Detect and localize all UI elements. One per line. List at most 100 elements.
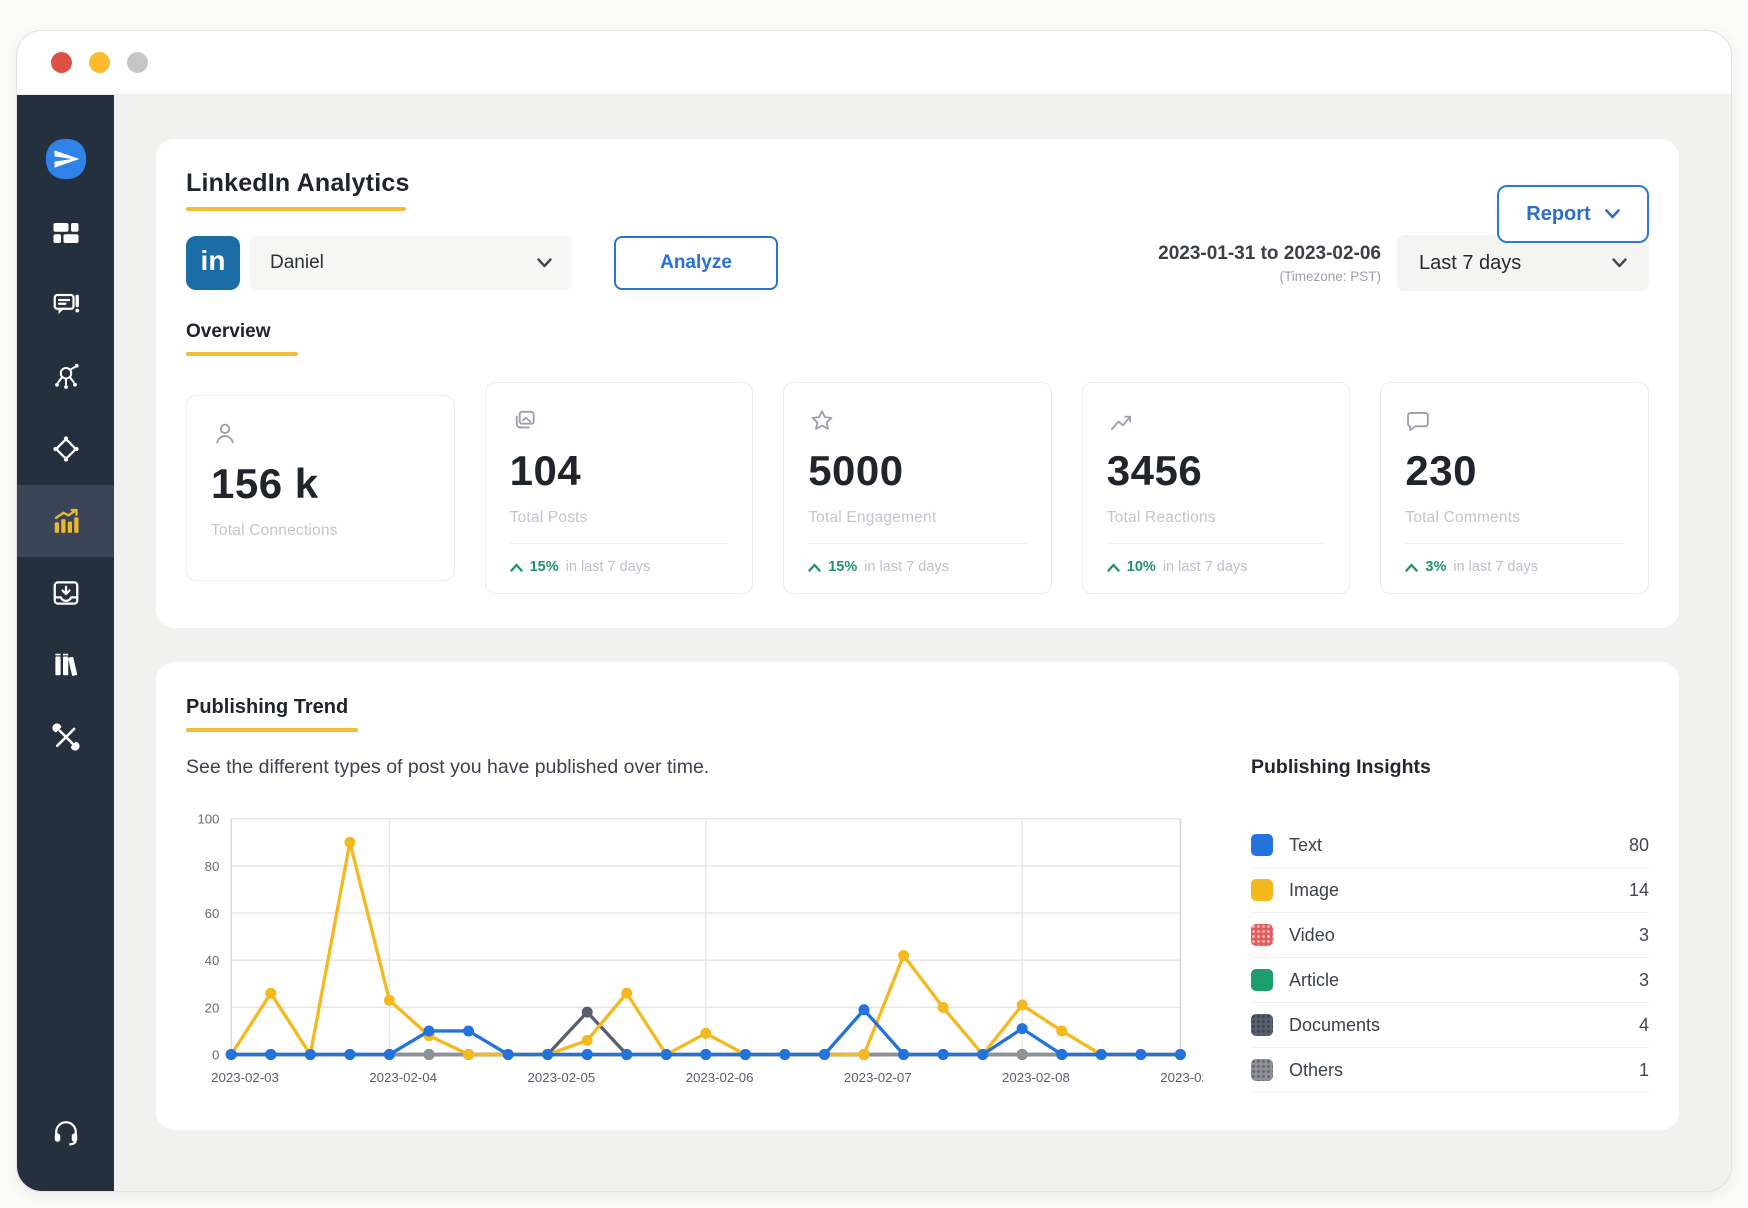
headset-icon — [51, 1117, 81, 1147]
stat-divider — [510, 543, 729, 544]
sidebar-item-dashboard[interactable] — [17, 197, 114, 269]
sidebar-item-posts[interactable] — [17, 269, 114, 341]
legend-swatch — [1251, 879, 1273, 901]
legend-value: 4 — [1639, 1015, 1649, 1036]
publishing-trend-card: Publishing Trend See the different types… — [156, 662, 1679, 1130]
inbox-icon — [51, 578, 81, 608]
publishing-trend-underline — [186, 728, 358, 732]
legend-swatch — [1251, 1014, 1273, 1036]
stat-label: Total Engagement — [808, 509, 1027, 527]
svg-text:0: 0 — [212, 1047, 219, 1062]
legend-row: Text80 — [1251, 823, 1649, 868]
legend-swatch — [1251, 1059, 1273, 1081]
stat-divider — [808, 543, 1027, 544]
trend-percent: 10% — [1127, 559, 1156, 575]
chevron-down-icon — [1605, 209, 1620, 219]
posts-icon — [51, 290, 81, 320]
stat-card: 104 Total Posts 15% in last 7 days — [485, 382, 754, 594]
account-select[interactable]: Daniel — [250, 236, 572, 290]
legend-value: 80 — [1629, 835, 1649, 856]
publishing-insights-panel: Publishing Insights Text80Image14 Video 3A… — [1251, 756, 1649, 1100]
stat-value: 3456 — [1107, 447, 1326, 495]
svg-text:2023-02-05: 2023-02-05 — [527, 1070, 595, 1085]
sidebar-item-share[interactable] — [17, 413, 114, 485]
overview-section-title: Overview — [186, 321, 1649, 343]
publishing-trend-title: Publishing Trend — [186, 696, 1649, 719]
trend-suffix: in last 7 days — [566, 559, 651, 575]
maximize-window-button[interactable] — [127, 52, 148, 73]
trend-suffix: in last 7 days — [1453, 559, 1538, 575]
sidebar — [17, 95, 114, 1192]
sidebar-item-network[interactable] — [17, 341, 114, 413]
tools-icon — [51, 722, 81, 752]
svg-text:40: 40 — [205, 953, 220, 968]
main-content: LinkedIn Analytics Report in Daniel — [114, 95, 1731, 1192]
svg-text:2023-02-08: 2023-02-08 — [1002, 1070, 1070, 1085]
chevron-down-icon — [1612, 258, 1627, 268]
overview-underline — [186, 352, 298, 356]
line-chart-icon — [1107, 407, 1326, 435]
analytics-overview-card: LinkedIn Analytics Report in Daniel — [156, 139, 1679, 628]
stat-trend: 3% in last 7 days — [1405, 559, 1624, 575]
library-icon — [51, 650, 81, 680]
controls-row: in Daniel Analyze 2023-01-31 to 2023-02-… — [186, 235, 1649, 291]
legend-swatch — [1251, 834, 1273, 856]
svg-text:80: 80 — [205, 859, 220, 874]
svg-text:100: 100 — [197, 812, 219, 827]
legend-row: Image14 — [1251, 868, 1649, 913]
chevron-down-icon — [537, 258, 552, 268]
svg-text:2023-02-09: 2023-02-09 — [1160, 1070, 1203, 1085]
close-window-button[interactable] — [51, 52, 72, 73]
publishing-insights-title: Publishing Insights — [1251, 756, 1649, 779]
sidebar-spacer — [17, 773, 114, 1096]
period-select[interactable]: Last 7 days — [1397, 235, 1649, 291]
stat-divider — [1107, 543, 1326, 544]
stat-label: Total Connections — [211, 522, 430, 540]
legend-label: Image — [1289, 880, 1613, 901]
legend-label: Others — [1289, 1060, 1623, 1081]
trend-percent: 3% — [1425, 559, 1446, 575]
sidebar-item-analytics[interactable] — [17, 485, 114, 557]
stat-label: Total Posts — [510, 509, 729, 527]
legend-label: Video — [1289, 925, 1623, 946]
stat-value: 104 — [510, 447, 729, 495]
comment-icon — [1405, 407, 1624, 435]
legend-label: Article — [1289, 970, 1623, 991]
network-icon — [51, 362, 81, 392]
analyze-button[interactable]: Analyze — [614, 236, 778, 290]
report-button[interactable]: Report — [1497, 185, 1649, 243]
date-range-block: 2023-01-31 to 2023-02-06 (Timezone: PST) — [1158, 243, 1381, 284]
legend-label: Documents — [1289, 1015, 1623, 1036]
svg-text:2023-02-03: 2023-02-03 — [211, 1070, 279, 1085]
page-title: LinkedIn Analytics — [186, 169, 1649, 198]
linkedin-icon: in — [186, 236, 240, 290]
trend-suffix: in last 7 days — [864, 559, 949, 575]
trend-percent: 15% — [530, 559, 559, 575]
account-select-value: Daniel — [270, 252, 324, 274]
minimize-window-button[interactable] — [89, 52, 110, 73]
legend-row: Others1 — [1251, 1048, 1649, 1093]
trend-up-icon — [1405, 563, 1418, 572]
dashboard-icon — [51, 218, 81, 248]
timezone-text: (Timezone: PST) — [1158, 269, 1381, 284]
stat-value: 156 k — [211, 460, 430, 508]
sidebar-item-support[interactable] — [17, 1096, 114, 1168]
svg-text:20: 20 — [205, 1000, 220, 1015]
sidebar-item-inbox[interactable] — [17, 557, 114, 629]
analytics-icon — [51, 506, 81, 536]
stat-trend: 15% in last 7 days — [808, 559, 1027, 575]
sidebar-item-tools[interactable] — [17, 701, 114, 773]
trend-percent: 15% — [828, 559, 857, 575]
legend-value: 3 — [1639, 970, 1649, 991]
stat-trend: 15% in last 7 days — [510, 559, 729, 575]
gallery-icon — [510, 407, 729, 435]
publishing-trend-description: See the different types of post you have… — [186, 756, 1203, 779]
star-icon — [808, 407, 1027, 435]
svg-text:2023-02-04: 2023-02-04 — [369, 1070, 437, 1085]
diamond-nodes-icon — [51, 434, 81, 464]
stat-divider — [1405, 543, 1624, 544]
app-logo[interactable] — [17, 121, 114, 197]
window-titlebar — [17, 31, 1731, 95]
svg-text:2023-02-07: 2023-02-07 — [844, 1070, 912, 1085]
sidebar-item-library[interactable] — [17, 629, 114, 701]
